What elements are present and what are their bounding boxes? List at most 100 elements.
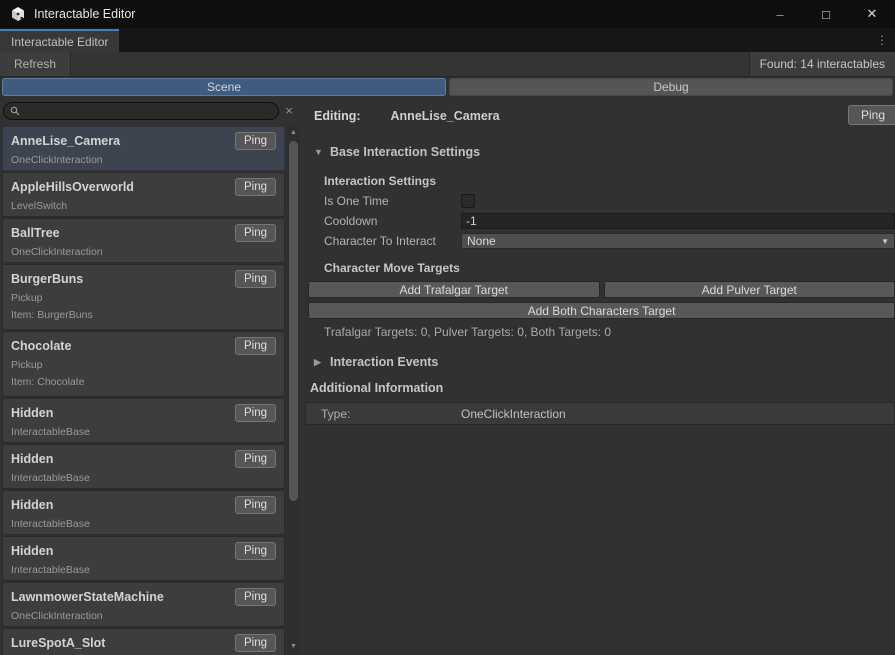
list-item[interactable]: Hidden Ping InteractableBase — [2, 536, 285, 581]
window-title: Interactable Editor — [34, 7, 135, 21]
item-type: InteractableBase — [11, 564, 276, 577]
window-controls: – □ ✕ — [757, 0, 895, 28]
close-button[interactable]: ✕ — [849, 0, 895, 28]
type-label: Type: — [321, 407, 461, 421]
base-interaction-settings-foldout[interactable]: ▼ Base Interaction Settings — [314, 144, 895, 160]
tab-scene[interactable]: Scene — [2, 78, 446, 96]
toolbar: Refresh Found: 14 interactables — [0, 52, 895, 77]
list-item[interactable]: BurgerBuns Ping Pickup Item: BurgerBuns — [2, 264, 285, 330]
item-name: AppleHillsOverworld — [11, 180, 134, 194]
dropdown-value: None — [467, 234, 496, 248]
maximize-button[interactable]: □ — [803, 0, 849, 28]
interactable-list: AnneLise_Camera Ping OneClickInteraction… — [2, 126, 285, 655]
is-one-time-checkbox[interactable] — [461, 194, 475, 208]
interactable-editor-window: Interactable Editor – □ ✕ Interactable E… — [0, 0, 895, 655]
character-move-targets-header: Character Move Targets — [324, 261, 895, 276]
item-ping-button[interactable]: Ping — [235, 224, 276, 242]
scrollbar-thumb[interactable] — [289, 141, 298, 501]
item-ping-button[interactable]: Ping — [235, 542, 276, 560]
tab-label: Interactable Editor — [11, 35, 108, 49]
item-type: InteractableBase — [11, 472, 276, 485]
unity-cube-icon — [10, 6, 26, 22]
item-ping-button[interactable]: Ping — [235, 178, 276, 196]
item-type: Pickup — [11, 292, 276, 305]
view-tabs: Scene Debug — [2, 78, 893, 96]
editing-target-name: AnneLise_Camera — [391, 109, 500, 123]
list-scrollbar[interactable]: ▲ ▼ — [287, 126, 300, 655]
search-row: × — [0, 97, 302, 124]
editing-header: Editing: AnneLise_Camera Ping — [302, 106, 895, 126]
list-item[interactable]: Hidden Ping InteractableBase — [2, 490, 285, 535]
scroll-down-icon[interactable]: ▼ — [287, 640, 300, 653]
item-ping-button[interactable]: Ping — [235, 588, 276, 606]
item-type: InteractableBase — [11, 518, 276, 531]
character-to-interact-row: Character To Interact None ▼ — [324, 233, 895, 249]
item-name: Chocolate — [11, 339, 71, 353]
item-name: BurgerBuns — [11, 272, 83, 286]
is-one-time-row: Is One Time — [324, 193, 895, 209]
add-both-button-row: Add Both Characters Target — [308, 302, 895, 319]
item-ping-button[interactable]: Ping — [235, 450, 276, 468]
item-ping-button[interactable]: Ping — [235, 337, 276, 355]
item-name: Hidden — [11, 452, 53, 466]
item-ping-button[interactable]: Ping — [235, 496, 276, 514]
title-bar: Interactable Editor – □ ✕ — [0, 0, 895, 28]
foldout-label: Base Interaction Settings — [330, 145, 480, 159]
add-both-characters-target-button[interactable]: Add Both Characters Target — [308, 302, 895, 319]
type-info-box: Type: OneClickInteraction — [305, 402, 895, 425]
tab-debug[interactable]: Debug — [449, 78, 893, 96]
item-ping-button[interactable]: Ping — [235, 634, 276, 652]
editing-ping-button[interactable]: Ping — [848, 105, 895, 125]
refresh-button[interactable]: Refresh — [0, 52, 71, 76]
list-item[interactable]: Chocolate Ping Pickup Item: Chocolate — [2, 331, 285, 397]
list-item[interactable]: LureSpotA_Slot Ping — [2, 628, 285, 655]
list-item[interactable]: Hidden Ping InteractableBase — [2, 444, 285, 489]
list-item[interactable]: AppleHillsOverworld Ping LevelSwitch — [2, 172, 285, 217]
targets-summary: Trafalgar Targets: 0, Pulver Targets: 0,… — [324, 325, 895, 340]
item-name: LureSpotA_Slot — [11, 636, 105, 650]
item-type: OneClickInteraction — [11, 246, 276, 259]
list-item[interactable]: Hidden Ping InteractableBase — [2, 398, 285, 443]
interaction-settings-header: Interaction Settings — [324, 174, 895, 189]
list-item[interactable]: AnneLise_Camera Ping OneClickInteraction — [2, 126, 285, 171]
character-to-interact-dropdown[interactable]: None ▼ — [461, 233, 895, 249]
found-count-label: Found: 14 interactables — [749, 52, 895, 76]
window-menu-icon[interactable]: ⋮ — [869, 33, 895, 47]
tab-interactable-editor[interactable]: Interactable Editor — [0, 29, 119, 52]
tab-bar: Interactable Editor ⋮ — [0, 28, 895, 52]
item-ping-button[interactable]: Ping — [235, 404, 276, 422]
add-pulver-target-button[interactable]: Add Pulver Target — [604, 281, 895, 298]
search-box — [3, 102, 279, 120]
foldout-closed-icon: ▶ — [314, 357, 323, 368]
item-name: LawnmowerStateMachine — [11, 590, 164, 604]
scene-list-panel: × AnneLise_Camera Ping OneClickInteracti… — [0, 97, 302, 655]
add-trafalgar-target-button[interactable]: Add Trafalgar Target — [308, 281, 600, 298]
interaction-events-foldout[interactable]: ▶ Interaction Events — [314, 354, 895, 370]
cooldown-field[interactable] — [461, 213, 895, 229]
editor-panel: Editing: AnneLise_Camera Ping ▼ Base Int… — [302, 97, 895, 655]
cooldown-row: Cooldown — [324, 213, 895, 229]
list-item[interactable]: LawnmowerStateMachine Ping OneClickInter… — [2, 582, 285, 627]
foldout-open-icon: ▼ — [314, 147, 323, 157]
item-type: OneClickInteraction — [11, 154, 276, 167]
item-type: OneClickInteraction — [11, 610, 276, 623]
cooldown-label: Cooldown — [324, 214, 461, 228]
is-one-time-label: Is One Time — [324, 194, 461, 208]
scroll-up-icon[interactable]: ▲ — [287, 126, 300, 139]
minimize-button[interactable]: – — [757, 0, 803, 28]
item-name: Hidden — [11, 498, 53, 512]
character-to-interact-label: Character To Interact — [324, 234, 461, 248]
search-clear-icon[interactable]: × — [279, 103, 299, 118]
list-item[interactable]: BallTree Ping OneClickInteraction — [2, 218, 285, 263]
search-icon — [10, 106, 20, 116]
item-type: InteractableBase — [11, 426, 276, 439]
additional-information-header: Additional Information — [310, 381, 895, 397]
item-type: Pickup — [11, 359, 276, 372]
item-ping-button[interactable]: Ping — [235, 270, 276, 288]
item-name: BallTree — [11, 226, 60, 240]
search-input[interactable] — [24, 104, 272, 118]
item-name: AnneLise_Camera — [11, 134, 120, 148]
item-extra: Item: BurgerBuns — [11, 309, 276, 322]
item-type: LevelSwitch — [11, 200, 276, 213]
item-ping-button[interactable]: Ping — [235, 132, 276, 150]
